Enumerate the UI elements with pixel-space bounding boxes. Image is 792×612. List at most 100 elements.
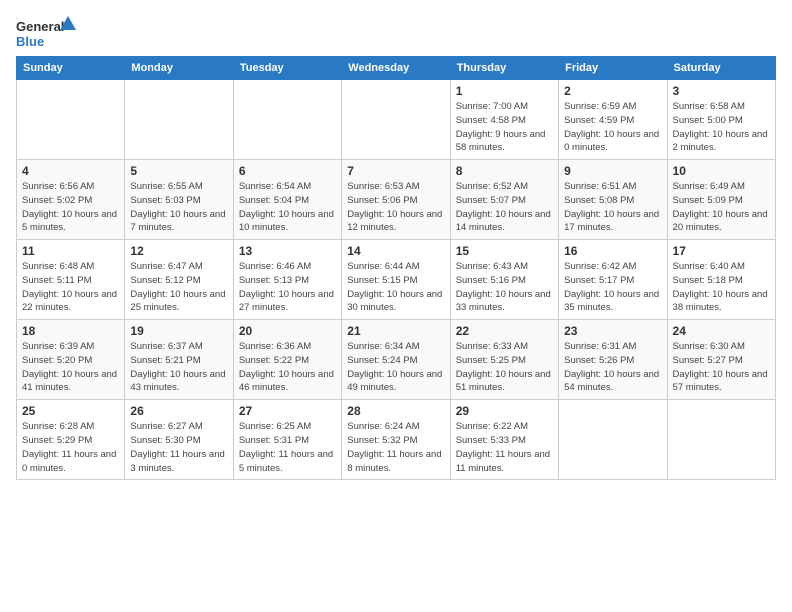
day-number: 8: [456, 164, 553, 178]
calendar-header-row: SundayMondayTuesdayWednesdayThursdayFrid…: [17, 57, 776, 80]
calendar-cell: 9 Sunrise: 6:51 AMSunset: 5:08 PMDaylight…: [559, 160, 667, 240]
day-info: Sunrise: 6:36 AMSunset: 5:22 PMDaylight:…: [239, 340, 336, 395]
logo: General Blue: [16, 16, 76, 52]
calendar-week-row: 11Sunrise: 6:48 AMSunset: 5:11 PMDayligh…: [17, 240, 776, 320]
day-info: Sunrise: 6:30 AMSunset: 5:27 PMDaylight:…: [673, 340, 770, 395]
day-info: Sunrise: 6:55 AMSunset: 5:03 PMDaylight:…: [130, 180, 227, 235]
calendar-cell: 16 Sunrise: 6:42 AMSunset: 5:17 PMDayligh…: [559, 240, 667, 320]
calendar-cell: 3 Sunrise: 6:58 AMSunset: 5:00 PMDaylight…: [667, 80, 775, 160]
day-info: Sunrise: 6:28 AMSunset: 5:29 PMDaylight:…: [22, 420, 119, 475]
day-info: Sunrise: 6:49 AMSunset: 5:09 PMDaylight:…: [673, 180, 770, 235]
day-number: 19: [130, 324, 227, 338]
calendar-cell: 14 Sunrise: 6:44 AMSunset: 5:15 PMDayligh…: [342, 240, 450, 320]
day-info: Sunrise: 6:24 AMSunset: 5:32 PMDaylight:…: [347, 420, 444, 475]
calendar-cell: 6Sunrise: 6:54 AMSunset: 5:04 PMDaylight…: [233, 160, 341, 240]
day-info: Sunrise: 7:00 AMSunset: 4:58 PMDaylight:…: [456, 100, 553, 155]
day-number: 15: [456, 244, 553, 258]
day-number: 23: [564, 324, 661, 338]
day-number: 28: [347, 404, 444, 418]
calendar-cell: 27 Sunrise: 6:25 AMSunset: 5:31 PMDayligh…: [233, 400, 341, 480]
calendar-cell: 11Sunrise: 6:48 AMSunset: 5:11 PMDayligh…: [17, 240, 125, 320]
day-number: 22: [456, 324, 553, 338]
day-info: Sunrise: 6:58 AMSunset: 5:00 PMDaylight:…: [673, 100, 770, 155]
calendar-cell: 18Sunrise: 6:39 AMSunset: 5:20 PMDayligh…: [17, 320, 125, 400]
day-info: Sunrise: 6:22 AMSunset: 5:33 PMDaylight:…: [456, 420, 553, 475]
day-info: Sunrise: 6:52 AMSunset: 5:07 PMDaylight:…: [456, 180, 553, 235]
day-info: Sunrise: 6:37 AMSunset: 5:21 PMDaylight:…: [130, 340, 227, 395]
day-info: Sunrise: 6:59 AMSunset: 4:59 PMDaylight:…: [564, 100, 661, 155]
calendar-cell: [342, 80, 450, 160]
calendar-cell: 10 Sunrise: 6:49 AMSunset: 5:09 PMDayligh…: [667, 160, 775, 240]
day-number: 27: [239, 404, 336, 418]
calendar-cell: 8 Sunrise: 6:52 AMSunset: 5:07 PMDaylight…: [450, 160, 558, 240]
header-cell-tuesday: Tuesday: [233, 57, 341, 80]
day-number: 17: [673, 244, 770, 258]
day-number: 10: [673, 164, 770, 178]
day-info: Sunrise: 6:44 AMSunset: 5:15 PMDaylight:…: [347, 260, 444, 315]
header-cell-monday: Monday: [125, 57, 233, 80]
calendar-cell: 1 Sunrise: 7:00 AMSunset: 4:58 PMDaylight…: [450, 80, 558, 160]
calendar-cell: 23 Sunrise: 6:31 AMSunset: 5:26 PMDayligh…: [559, 320, 667, 400]
calendar-cell: 5 Sunrise: 6:55 AMSunset: 5:03 PMDaylight…: [125, 160, 233, 240]
header-cell-wednesday: Wednesday: [342, 57, 450, 80]
calendar-cell: 24 Sunrise: 6:30 AMSunset: 5:27 PMDayligh…: [667, 320, 775, 400]
calendar-cell: [559, 400, 667, 480]
day-number: 11: [22, 244, 119, 258]
day-info: Sunrise: 6:43 AMSunset: 5:16 PMDaylight:…: [456, 260, 553, 315]
calendar-cell: 17Sunrise: 6:40 AMSunset: 5:18 PMDayligh…: [667, 240, 775, 320]
calendar-table: SundayMondayTuesdayWednesdayThursdayFrid…: [16, 56, 776, 480]
calendar-cell: 4 Sunrise: 6:56 AMSunset: 5:02 PMDaylight…: [17, 160, 125, 240]
day-number: 14: [347, 244, 444, 258]
day-number: 9: [564, 164, 661, 178]
day-number: 1: [456, 84, 553, 98]
calendar-cell: [125, 80, 233, 160]
day-number: 12: [130, 244, 227, 258]
calendar-cell: [667, 400, 775, 480]
calendar-cell: [233, 80, 341, 160]
day-number: 6: [239, 164, 336, 178]
calendar-cell: 29 Sunrise: 6:22 AMSunset: 5:33 PMDayligh…: [450, 400, 558, 480]
calendar-cell: 28 Sunrise: 6:24 AMSunset: 5:32 PMDayligh…: [342, 400, 450, 480]
day-number: 16: [564, 244, 661, 258]
header-cell-friday: Friday: [559, 57, 667, 80]
day-info: Sunrise: 6:33 AMSunset: 5:25 PMDaylight:…: [456, 340, 553, 395]
calendar-cell: 22 Sunrise: 6:33 AMSunset: 5:25 PMDayligh…: [450, 320, 558, 400]
logo-svg: General Blue: [16, 16, 76, 52]
calendar-cell: 15 Sunrise: 6:43 AMSunset: 5:16 PMDayligh…: [450, 240, 558, 320]
day-number: 21: [347, 324, 444, 338]
day-info: Sunrise: 6:42 AMSunset: 5:17 PMDaylight:…: [564, 260, 661, 315]
day-number: 26: [130, 404, 227, 418]
day-number: 25: [22, 404, 119, 418]
calendar-cell: 2Sunrise: 6:59 AMSunset: 4:59 PMDaylight…: [559, 80, 667, 160]
day-info: Sunrise: 6:51 AMSunset: 5:08 PMDaylight:…: [564, 180, 661, 235]
day-info: Sunrise: 6:25 AMSunset: 5:31 PMDaylight:…: [239, 420, 336, 475]
day-number: 4: [22, 164, 119, 178]
day-number: 5: [130, 164, 227, 178]
calendar-cell: 21 Sunrise: 6:34 AMSunset: 5:24 PMDayligh…: [342, 320, 450, 400]
calendar-cell: 13 Sunrise: 6:46 AMSunset: 5:13 PMDayligh…: [233, 240, 341, 320]
day-info: Sunrise: 6:47 AMSunset: 5:12 PMDaylight:…: [130, 260, 227, 315]
calendar-cell: [17, 80, 125, 160]
day-number: 29: [456, 404, 553, 418]
svg-text:General: General: [16, 19, 64, 34]
day-info: Sunrise: 6:56 AMSunset: 5:02 PMDaylight:…: [22, 180, 119, 235]
header-cell-saturday: Saturday: [667, 57, 775, 80]
day-info: Sunrise: 6:27 AMSunset: 5:30 PMDaylight:…: [130, 420, 227, 475]
day-number: 13: [239, 244, 336, 258]
day-number: 7: [347, 164, 444, 178]
header-cell-sunday: Sunday: [17, 57, 125, 80]
day-number: 24: [673, 324, 770, 338]
calendar-cell: 19 Sunrise: 6:37 AMSunset: 5:21 PMDayligh…: [125, 320, 233, 400]
calendar-body: 1 Sunrise: 7:00 AMSunset: 4:58 PMDaylight…: [17, 80, 776, 480]
day-info: Sunrise: 6:34 AMSunset: 5:24 PMDaylight:…: [347, 340, 444, 395]
day-info: Sunrise: 6:31 AMSunset: 5:26 PMDaylight:…: [564, 340, 661, 395]
calendar-week-row: 1 Sunrise: 7:00 AMSunset: 4:58 PMDaylight…: [17, 80, 776, 160]
day-info: Sunrise: 6:39 AMSunset: 5:20 PMDaylight:…: [22, 340, 119, 395]
calendar-cell: 26 Sunrise: 6:27 AMSunset: 5:30 PMDayligh…: [125, 400, 233, 480]
calendar-cell: 12 Sunrise: 6:47 AMSunset: 5:12 PMDayligh…: [125, 240, 233, 320]
day-number: 20: [239, 324, 336, 338]
svg-text:Blue: Blue: [16, 34, 44, 49]
day-number: 3: [673, 84, 770, 98]
calendar-cell: 20 Sunrise: 6:36 AMSunset: 5:22 PMDayligh…: [233, 320, 341, 400]
day-info: Sunrise: 6:46 AMSunset: 5:13 PMDaylight:…: [239, 260, 336, 315]
